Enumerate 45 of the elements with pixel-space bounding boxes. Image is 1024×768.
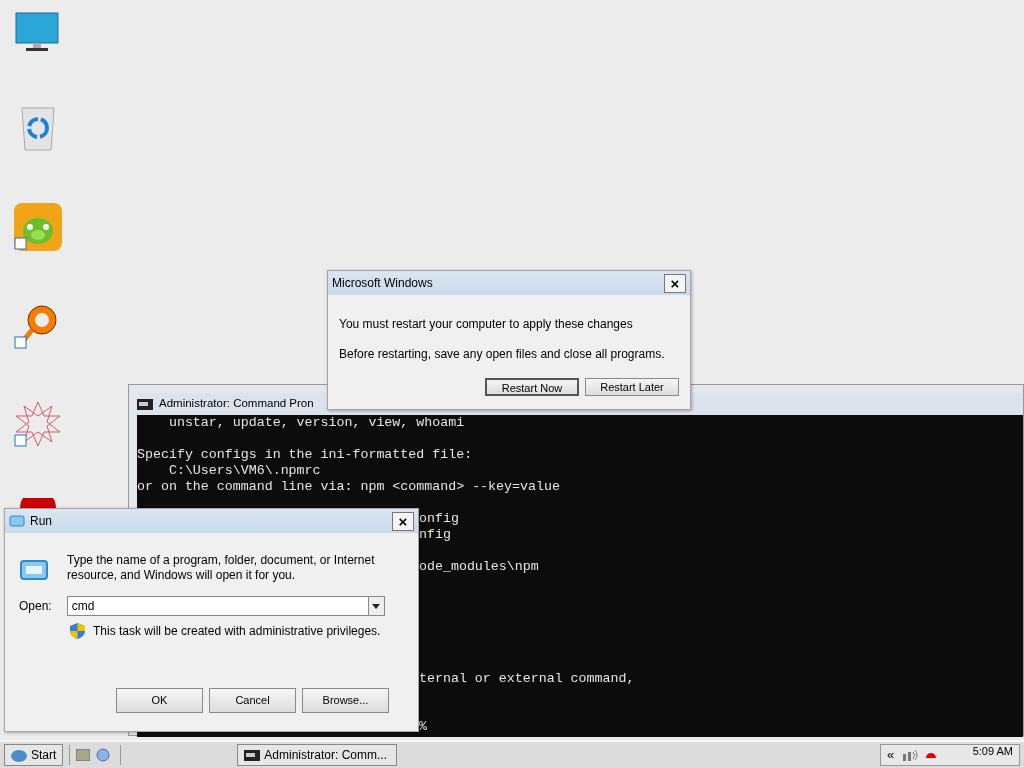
run-icon xyxy=(9,515,25,527)
open-label: Open: xyxy=(19,598,52,615)
restart-message: You must restart your computer to apply these changes xyxy=(339,316,634,333)
run-description: Type the name of a program, folder, document, or Internet resource, and Windows will open it for you. xyxy=(67,553,376,583)
admin-note: This task will be created with administrative privileges. xyxy=(93,623,381,640)
console-line: or on the command line via: npm <command> --key=value xyxy=(137,479,560,494)
open-field[interactable]: cmd xyxy=(66,596,368,616)
desktop-icon[interactable] xyxy=(76,749,91,761)
star-pattern-icon[interactable] xyxy=(14,400,62,448)
console-line: ternal or external command, xyxy=(419,671,635,686)
app-icon[interactable] xyxy=(18,498,58,508)
console-icon xyxy=(244,749,261,761)
dialog-button[interactable]: OK xyxy=(116,688,203,713)
close-button[interactable]: × xyxy=(392,511,414,531)
network-icon[interactable] xyxy=(902,749,919,761)
console-icon xyxy=(137,398,153,410)
dropdown-icon[interactable] xyxy=(367,596,385,616)
dialog-title: Run xyxy=(30,513,52,530)
restart-note: Before restarting, save any open files and close all programs. xyxy=(339,346,666,363)
windows-icon xyxy=(11,748,27,762)
taskbar-button[interactable]: Administrator: Comm... xyxy=(237,744,398,766)
pig-app-icon[interactable] xyxy=(14,203,62,251)
alert-icon[interactable] xyxy=(926,752,937,758)
dialog-button[interactable]: Browse... xyxy=(302,688,389,713)
clock[interactable]: 5:09 AM xyxy=(972,742,1013,760)
console-line: unstar, update, version, view, whoami xyxy=(167,415,465,430)
recycle-bin-icon[interactable] xyxy=(20,106,56,152)
monitor-icon[interactable] xyxy=(14,12,60,52)
dialog-button[interactable]: Restart Now xyxy=(485,378,579,396)
run-icon xyxy=(19,559,49,581)
console-line: ode_modules\npm xyxy=(419,559,539,574)
show-hidden-icons-button[interactable]: « xyxy=(887,745,895,765)
dialog-button[interactable]: Restart Later xyxy=(585,378,679,396)
console-line: % xyxy=(419,719,427,734)
console-line: nfig xyxy=(419,527,451,542)
close-button[interactable]: × xyxy=(664,273,686,293)
console-line: C:\Users\VM6\.npmrc xyxy=(167,463,321,478)
start-button[interactable]: Start xyxy=(4,744,64,766)
dialog-button[interactable]: Cancel xyxy=(209,688,296,713)
console-line: Specify configs in the ini-formatted file: xyxy=(137,447,473,462)
globe-icon[interactable] xyxy=(96,748,111,762)
window-title: Administrator: Command Pron xyxy=(159,396,314,412)
dialog-title: Microsoft Windows xyxy=(332,275,433,292)
shield-icon xyxy=(70,623,85,639)
console-line: onfig xyxy=(419,511,459,526)
